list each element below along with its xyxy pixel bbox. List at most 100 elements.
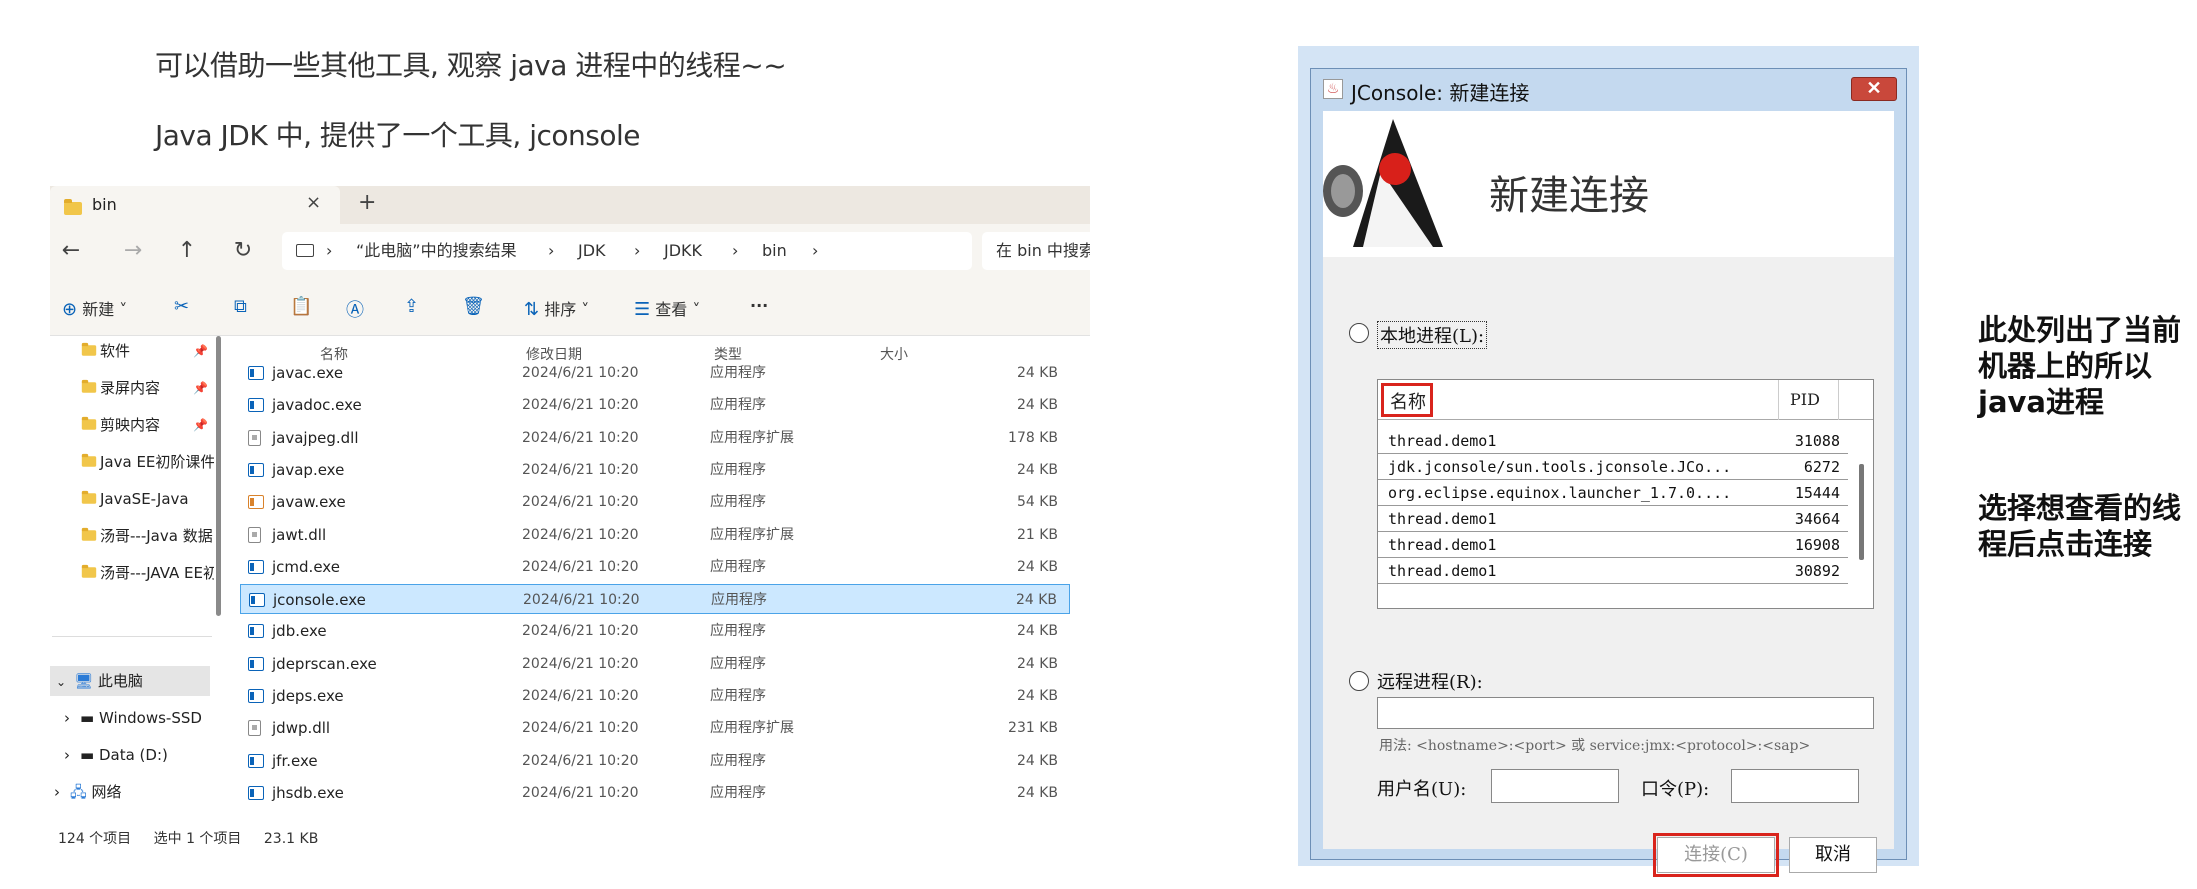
process-name: thread.demo1 xyxy=(1388,536,1497,554)
paste-icon[interactable]: 📋 xyxy=(290,296,312,317)
delete-icon[interactable]: 🗑 xyxy=(462,296,485,317)
sidebar-item-javaee[interactable]: Java EE初阶课件 xyxy=(80,447,214,477)
file-row[interactable]: javap.exe 2024/6/21 10:20 应用程序 24 KB xyxy=(240,455,1070,485)
remote-process-label: 远程进程(R): xyxy=(1377,672,1483,693)
process-row[interactable]: thread.demo1 34664 xyxy=(1378,506,1848,532)
file-row[interactable]: jcmd.exe 2024/6/21 10:20 应用程序 24 KB xyxy=(240,552,1070,582)
file-name: javajpeg.dll xyxy=(272,428,359,447)
file-type: 应用程序 xyxy=(710,784,766,801)
sidebar-item-data-d[interactable]: › ▬ Data (D:) xyxy=(64,740,214,770)
remote-usage-hint: 用法: <hostname>:<port> 或 service:jmx:<pro… xyxy=(1379,738,1811,754)
breadcrumb-search-results[interactable]: “此电脑”中的搜索结果 xyxy=(356,232,517,270)
process-row[interactable]: org.eclipse.equinox.launcher_1.7.0.... 15… xyxy=(1378,480,1848,506)
file-type: 应用程序 xyxy=(711,592,767,609)
up-arrow-icon[interactable]: ↑ xyxy=(172,236,202,266)
sort-button[interactable]: ⇅ 排序 ˅ xyxy=(524,296,589,320)
file-date: 2024/6/21 10:20 xyxy=(522,397,639,414)
exe-file-icon xyxy=(248,559,264,574)
remote-process-radio[interactable] xyxy=(1349,671,1369,691)
new-tab-icon[interactable]: + xyxy=(358,190,376,215)
sidebar-item-recordings[interactable]: 录屏内容 📌 xyxy=(80,373,214,403)
password-input[interactable] xyxy=(1731,769,1859,803)
file-row[interactable]: javaw.exe 2024/6/21 10:20 应用程序 54 KB xyxy=(240,487,1070,517)
file-date: 2024/6/21 10:20 xyxy=(522,461,639,478)
address-bar[interactable]: › “此电脑”中的搜索结果 › JDK › JDKK › bin › xyxy=(282,232,972,270)
exe-file-icon xyxy=(248,656,264,671)
file-row[interactable]: javadoc.exe 2024/6/21 10:20 应用程序 24 KB xyxy=(240,390,1070,420)
local-process-radio[interactable] xyxy=(1349,323,1369,343)
more-options-icon[interactable]: ··· xyxy=(750,296,768,315)
file-row[interactable]: jdeprscan.exe 2024/6/21 10:20 应用程序 24 KB xyxy=(240,649,1070,679)
sidebar-label: JavaSE-Java xyxy=(100,490,189,508)
sidebar-scrollbar[interactable] xyxy=(216,336,221,616)
sidebar-item-javase[interactable]: JavaSE-Java xyxy=(80,484,214,514)
column-divider xyxy=(1778,380,1779,420)
exe-file-icon xyxy=(248,753,264,768)
refresh-icon[interactable]: ↻ xyxy=(228,236,258,266)
sidebar-item-software[interactable]: 软件 📌 xyxy=(80,336,214,366)
process-row[interactable]: thread.demo1 16908 xyxy=(1378,532,1848,558)
breadcrumb-jdkk[interactable]: JDKK xyxy=(664,232,702,270)
folder-icon xyxy=(81,416,97,430)
file-row[interactable]: jdeps.exe 2024/6/21 10:20 应用程序 24 KB xyxy=(240,681,1070,711)
remote-process-input[interactable] xyxy=(1377,697,1874,729)
tab-close-icon[interactable]: × xyxy=(306,192,321,213)
file-type: 应用程序 xyxy=(710,558,766,575)
share-icon[interactable]: ⇪ xyxy=(404,296,419,317)
selected-count: 选中 1 个项目 xyxy=(153,831,242,847)
file-row[interactable]: javac.exe 2024/6/21 10:20 应用程序 24 KB xyxy=(240,358,1070,388)
username-input[interactable] xyxy=(1491,769,1619,803)
tab-bin[interactable]: bin × xyxy=(50,186,340,224)
file-size: 54 KB xyxy=(1016,494,1058,511)
process-row[interactable]: jdk.jconsole/sun.tools.jconsole.JCo... 62… xyxy=(1378,454,1848,480)
sidebar-item-this-pc[interactable]: ⌄ 🖥 此电脑 xyxy=(50,666,210,696)
process-row[interactable]: thread.demo1 30892 xyxy=(1378,558,1848,584)
process-row[interactable]: thread.demo1 31088 xyxy=(1378,428,1848,454)
process-pid: 30892 xyxy=(1794,562,1840,580)
exe-file-icon xyxy=(248,624,264,639)
folder-icon xyxy=(81,342,97,356)
file-size: 24 KB xyxy=(1015,592,1057,609)
cut-icon[interactable]: ✂ xyxy=(174,296,189,317)
local-process-label[interactable]: 本地进程(L): xyxy=(1377,321,1488,349)
file-row[interactable]: jfr.exe 2024/6/21 10:20 应用程序 24 KB xyxy=(240,746,1070,776)
process-pid: 31088 xyxy=(1794,432,1840,450)
sidebar-item-java-data[interactable]: 汤哥---Java 数据 xyxy=(80,521,214,551)
file-row[interactable]: jawt.dll 2024/6/21 10:20 应用程序扩展 21 KB xyxy=(240,520,1070,550)
sidebar-item-network[interactable]: › 🖧 网络 xyxy=(54,777,214,807)
username-label: 用户名(U): xyxy=(1377,779,1467,800)
sidebar-item-java-ee-2[interactable]: 汤哥---JAVA EE初 xyxy=(80,558,214,588)
file-size: 21 KB xyxy=(1016,526,1058,543)
back-arrow-icon[interactable]: ← xyxy=(56,236,86,266)
breadcrumb-bin[interactable]: bin xyxy=(762,232,787,270)
table-scrollbar[interactable] xyxy=(1859,464,1864,560)
file-row[interactable]: jdb.exe 2024/6/21 10:20 应用程序 24 KB xyxy=(240,616,1070,646)
navigation-bar: ← → ↑ ↻ › “此电脑”中的搜索结果 › JDK › JDKK › bin… xyxy=(50,224,1090,278)
view-button[interactable]: ☰ 查看 ˅ xyxy=(634,296,700,320)
file-size: 24 KB xyxy=(1016,655,1058,672)
close-button[interactable]: ✕ xyxy=(1851,77,1897,101)
exe-file-icon xyxy=(248,462,264,477)
sort-icon: ⇅ xyxy=(524,299,540,320)
process-pid: 15444 xyxy=(1794,484,1840,502)
file-row[interactable]: javajpeg.dll 2024/6/21 10:20 应用程序扩展 178 KB xyxy=(240,423,1070,453)
breadcrumb-jdk[interactable]: JDK xyxy=(578,232,606,270)
rename-icon[interactable]: Ⓐ xyxy=(346,296,364,322)
copy-icon[interactable]: ⧉ xyxy=(234,296,247,317)
process-pid: 16908 xyxy=(1794,536,1840,554)
file-row[interactable]: jhsdb.exe 2024/6/21 10:20 应用程序 24 KB xyxy=(240,778,1070,808)
breadcrumb-separator: › xyxy=(812,241,819,260)
file-type: 应用程序扩展 xyxy=(710,526,794,543)
cancel-button[interactable]: 取消 xyxy=(1789,837,1877,873)
forward-arrow-icon[interactable]: → xyxy=(118,236,148,266)
sidebar-item-windows-ssd[interactable]: › ▬ Windows-SSD xyxy=(64,703,214,733)
local-process-table: 名称 PID thread.demo1 31088 jdk.jconsole/sun… xyxy=(1377,379,1874,609)
file-row[interactable]: jdwp.dll 2024/6/21 10:20 应用程序扩展 231 KB xyxy=(240,713,1070,743)
tab-bar: bin × + xyxy=(50,186,1090,224)
column-header-pid[interactable]: PID xyxy=(1790,390,1820,409)
file-row[interactable]: jconsole.exe 2024/6/21 10:20 应用程序 24 KB xyxy=(240,584,1070,615)
search-input[interactable]: 在 bin 中搜索 xyxy=(982,232,1090,270)
new-button[interactable]: ⊕ 新建 ˅ xyxy=(62,296,127,320)
sidebar-item-capcut[interactable]: 剪映内容 📌 xyxy=(80,410,214,440)
file-date: 2024/6/21 10:20 xyxy=(522,526,639,543)
